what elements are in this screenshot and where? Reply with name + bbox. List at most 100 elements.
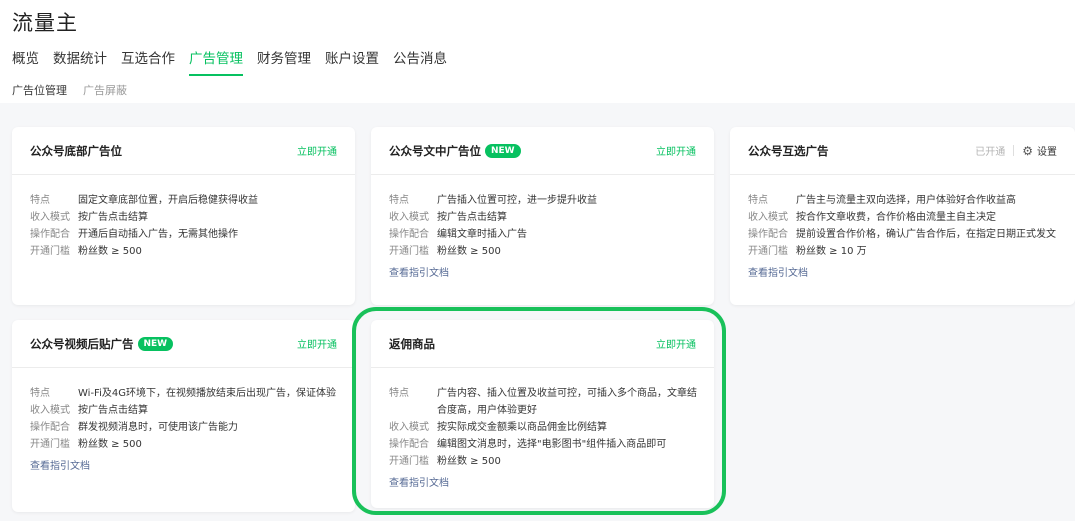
sub-nav: 广告位管理 广告屏蔽 [12, 82, 127, 98]
row-value: 提前设置合作价格，确认广告合作后，在指定日期正式发文 [796, 229, 1056, 240]
settings-label: 设置 [1037, 147, 1057, 158]
card-body: 特点 Wi-Fi及4G环境下，在视频播放结束后出现广告，保证体验 收入模式 按广告点… [30, 385, 341, 473]
row-label: 收入模式 [389, 422, 429, 433]
row-label: 开通门槛 [30, 246, 70, 257]
card-actions: 立即开通 [656, 336, 696, 351]
row-value: 粉丝数 ≥ 500 [78, 246, 142, 257]
card-actions: 立即开通 [297, 336, 337, 351]
card-header: 公众号底部广告位 立即开通 [12, 127, 355, 175]
nav-tab-account-settings[interactable]: 账户设置 [325, 47, 379, 76]
nav-tab-overview[interactable]: 概览 [12, 47, 39, 76]
main-nav: 概览 数据统计 互选合作 广告管理 财务管理 账户设置 公告消息 [12, 47, 447, 76]
row-label: 特点 [30, 388, 50, 399]
view-guide-doc-link[interactable]: 查看指引文档 [748, 264, 808, 279]
ad-card-article-bottom: 公众号底部广告位 立即开通 特点 固定文章底部位置，开启后稳健获得收益 收入模式按… [12, 127, 355, 305]
row-value: 按合作文章收费，合作价格由流量主自主决定 [796, 212, 996, 223]
row-label: 操作配合 [30, 422, 70, 433]
info-row: 操作配合 编辑文章时插入广告 [389, 226, 700, 243]
card-body: 特点 广告插入位置可控，进一步提升收益 收入模式 按广告点击结算 操作配合 编辑文章时… [389, 192, 700, 280]
row-value: 粉丝数 ≥ 500 [437, 246, 501, 257]
open-now-button[interactable]: 立即开通 [297, 336, 337, 351]
info-row: 收入模式 按实际成交金额乘以商品佣金比例结算 [389, 419, 700, 436]
view-guide-doc-link[interactable]: 查看指引文档 [389, 264, 449, 279]
info-row: 开通门槛 粉丝数 ≥ 500 [30, 243, 341, 260]
row-value: 开通后自动插入广告，无需其他操作 [78, 229, 238, 240]
status-opened: 已开通 [975, 147, 1006, 158]
row-label: 特点 [748, 195, 768, 206]
ad-card-in-article: 公众号文中广告位 NEW 立即开通 特点 广告插入位置可控，进一步提升收益 收入模… [371, 127, 714, 305]
card-header: 公众号视频后贴广告 NEW 立即开通 [12, 320, 355, 368]
info-row: 收入模式 按广告点击结算 [30, 209, 341, 226]
info-row: 开通门槛 粉丝数 ≥ 500 [389, 243, 700, 260]
open-now-button[interactable]: 立即开通 [656, 336, 696, 351]
info-row: 操作配合 编辑图文消息时，选择"电影图书"组件插入商品即可 [389, 436, 700, 453]
row-value: 固定文章底部位置，开启后稳健获得收益 [78, 195, 258, 206]
row-label: 开通门槛 [748, 246, 788, 257]
card-body: 特点 固定文章底部位置，开启后稳健获得收益 收入模式 按广告点击结算 操作配合 开通后… [30, 192, 341, 260]
row-value: Wi-Fi及4G环境下，在视频播放结束后出现广告，保证体验 [78, 388, 336, 399]
subnav-tab-ad-slot-management[interactable]: 广告位管理 [12, 82, 67, 98]
row-label: 特点 [30, 195, 50, 206]
card-actions: 立即开通 [297, 143, 337, 158]
info-row: 开通门槛 粉丝数 ≥ 10 万 [748, 243, 1061, 260]
nav-tab-statistics[interactable]: 数据统计 [53, 47, 107, 76]
row-label: 操作配合 [748, 229, 788, 240]
gear-icon: ⚙ [1022, 143, 1033, 158]
info-row: 特点 Wi-Fi及4G环境下，在视频播放结束后出现广告，保证体验 [30, 385, 341, 402]
row-label: 开通门槛 [30, 439, 70, 450]
open-now-button[interactable]: 立即开通 [656, 143, 696, 158]
row-label: 操作配合 [389, 439, 429, 450]
info-row: 操作配合 提前设置合作价格，确认广告合作后，在指定日期正式发文 [748, 226, 1061, 243]
info-row: 收入模式 按合作文章收费，合作价格由流量主自主决定 [748, 209, 1061, 226]
ad-card-commission-products: 返佣商品 立即开通 特点 广告内容、插入位置及收益可控，可插入多个商品，文章结合度… [371, 320, 714, 508]
row-value: 按广告点击结算 [437, 212, 507, 223]
row-value: 按广告点击结算 [78, 405, 148, 416]
nav-tab-finance[interactable]: 财务管理 [257, 47, 311, 76]
info-row: 收入模式 按广告点击结算 [389, 209, 700, 226]
row-label: 收入模式 [30, 212, 70, 223]
row-label: 收入模式 [30, 405, 70, 416]
card-body: 特点 广告主与流量主双向选择，用户体验好合作收益高 收入模式 按合作文章收费，合作价… [748, 192, 1061, 280]
info-row: 特点 固定文章底部位置，开启后稳健获得收益 [30, 192, 341, 209]
info-row: 特点 广告插入位置可控，进一步提升收益 [389, 192, 700, 209]
row-value: 粉丝数 ≥ 500 [437, 456, 501, 467]
card-actions: 已开通 ⚙ 设置 [975, 143, 1057, 159]
info-row: 操作配合 开通后自动插入广告，无需其他操作 [30, 226, 341, 243]
row-label: 操作配合 [30, 229, 70, 240]
row-value: 按实际成交金额乘以商品佣金比例结算 [437, 422, 607, 433]
view-guide-doc-link[interactable]: 查看指引文档 [389, 474, 449, 489]
nav-tab-ad-management[interactable]: 广告管理 [189, 47, 243, 76]
new-badge: NEW [485, 143, 521, 158]
info-row: 特点 广告主与流量主双向选择，用户体验好合作收益高 [748, 192, 1061, 209]
ad-card-video-post-roll: 公众号视频后贴广告 NEW 立即开通 特点 Wi-Fi及4G环境下，在视频播放结束… [12, 320, 355, 512]
row-label: 收入模式 [389, 212, 429, 223]
info-row: 特点 广告内容、插入位置及收益可控，可插入多个商品，文章结合度高，用户体验更好 [389, 385, 700, 419]
row-value: 粉丝数 ≥ 500 [78, 439, 142, 450]
card-title: 公众号互选广告 [748, 143, 829, 158]
info-row: 操作配合 群发视频消息时，可使用该广告能力 [30, 419, 341, 436]
new-badge: NEW [137, 336, 174, 351]
row-label: 开通门槛 [389, 456, 429, 467]
row-label: 开通门槛 [389, 246, 429, 257]
row-value: 广告主与流量主双向选择，用户体验好合作收益高 [796, 195, 1016, 206]
settings-button[interactable]: ⚙ 设置 [1022, 143, 1057, 159]
card-title: 公众号视频后贴广告 [30, 336, 134, 351]
row-value: 编辑文章时插入广告 [437, 229, 527, 240]
nav-tab-announcements[interactable]: 公告消息 [393, 47, 447, 76]
row-label: 收入模式 [748, 212, 788, 223]
card-header: 返佣商品 立即开通 [371, 320, 714, 368]
row-label: 特点 [389, 388, 409, 399]
card-header: 公众号文中广告位 NEW 立即开通 [371, 127, 714, 175]
card-title: 公众号底部广告位 [30, 143, 122, 158]
row-value: 按广告点击结算 [78, 212, 148, 223]
subnav-tab-ad-blocking[interactable]: 广告屏蔽 [83, 82, 127, 98]
open-now-button[interactable]: 立即开通 [297, 143, 337, 158]
row-value: 广告插入位置可控，进一步提升收益 [437, 195, 597, 206]
nav-tab-cooperation[interactable]: 互选合作 [121, 47, 175, 76]
card-body: 特点 广告内容、插入位置及收益可控，可插入多个商品，文章结合度高，用户体验更好 收… [389, 385, 700, 490]
ad-card-mutual-selection: 公众号互选广告 已开通 ⚙ 设置 特点 广告主与流量主双向选择，用户体验好合作收益… [730, 127, 1075, 305]
view-guide-doc-link[interactable]: 查看指引文档 [30, 457, 90, 472]
row-label: 操作配合 [389, 229, 429, 240]
card-header: 公众号互选广告 已开通 ⚙ 设置 [730, 127, 1075, 175]
card-title: 返佣商品 [389, 336, 435, 351]
